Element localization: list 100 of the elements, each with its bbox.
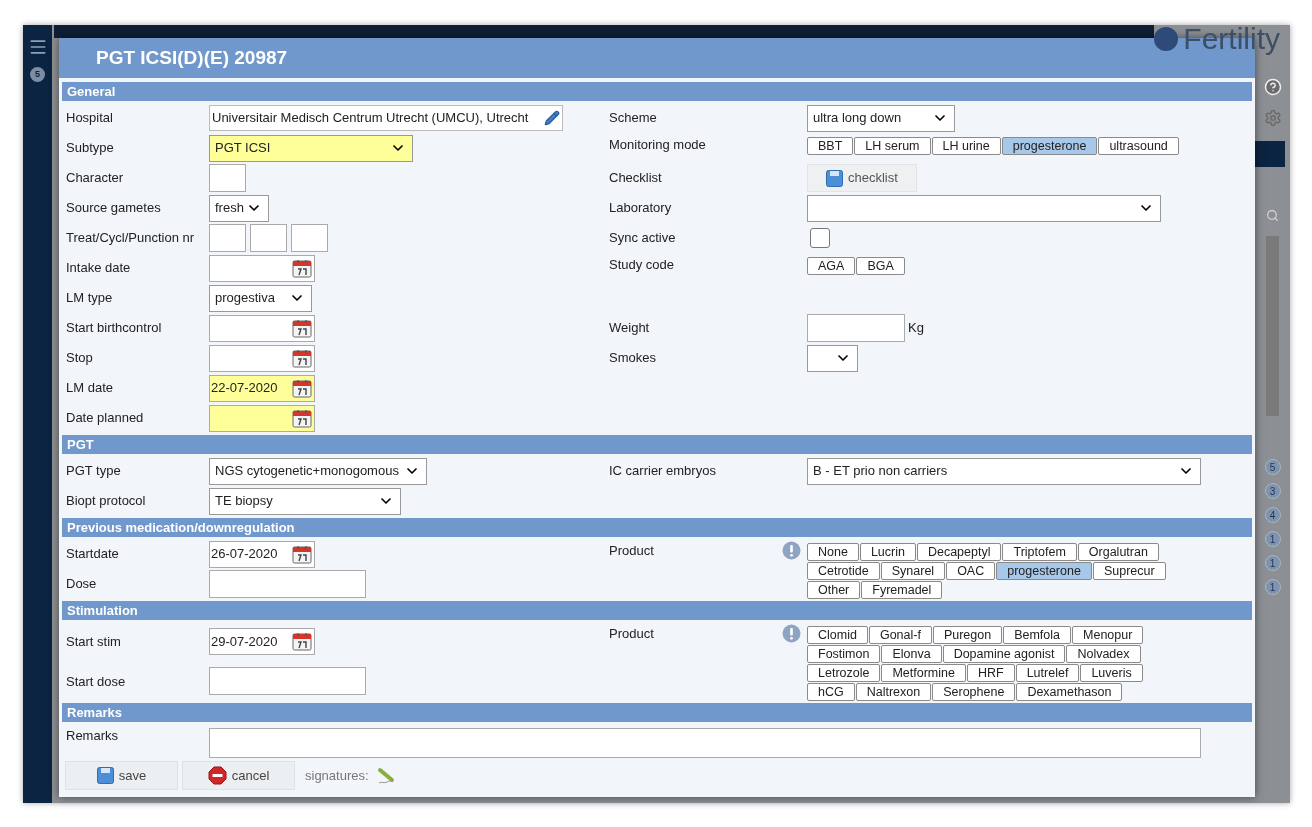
option-toggle[interactable]: progesterone: [1001, 137, 1098, 155]
section-header: Stimulation: [62, 601, 1252, 620]
text-field[interactable]: [209, 164, 246, 192]
calendar-icon[interactable]: [292, 408, 312, 428]
option-toggle[interactable]: OAC: [946, 562, 996, 580]
option-toggle[interactable]: Bemfola: [1003, 626, 1072, 644]
search-icon[interactable]: [1266, 209, 1279, 222]
option-toggle[interactable]: Elonva: [881, 645, 942, 663]
option-toggle[interactable]: Serophene: [932, 683, 1016, 701]
date-field[interactable]: [209, 254, 315, 282]
option-toggle[interactable]: None: [807, 543, 859, 561]
option-toggle[interactable]: ultrasound: [1098, 137, 1179, 155]
option-toggle[interactable]: progesterone: [996, 562, 1092, 580]
pen-icon[interactable]: [376, 766, 397, 785]
text-field[interactable]: [209, 667, 366, 696]
count-badge: 1: [1264, 579, 1281, 595]
select-field[interactable]: progestiva: [209, 284, 312, 312]
field-label: Scheme: [609, 109, 657, 128]
option-toggle[interactable]: HRF: [966, 664, 1015, 682]
save-button[interactable]: save: [65, 761, 178, 790]
option-toggle[interactable]: BBT: [807, 137, 854, 155]
field-label: Biopt protocol: [66, 492, 146, 511]
help-icon[interactable]: [1263, 78, 1282, 96]
select-value: B - ET prio non carriers: [813, 462, 948, 481]
calendar-icon[interactable]: [292, 348, 312, 368]
option-toggle[interactable]: Lutrelef: [1015, 664, 1080, 682]
text-field[interactable]: [807, 314, 905, 342]
calendar-icon[interactable]: [292, 318, 312, 338]
select-field[interactable]: TE biopsy: [209, 487, 401, 515]
option-toggle[interactable]: Metformine: [881, 664, 966, 682]
date-field[interactable]: [209, 314, 315, 342]
checklist-button[interactable]: checklist: [807, 164, 917, 192]
number-field[interactable]: [209, 224, 246, 252]
option-toggle[interactable]: Lucrin: [859, 543, 916, 561]
checkbox[interactable]: [810, 228, 830, 248]
select-field[interactable]: [807, 194, 1161, 222]
cancel-button[interactable]: cancel: [182, 761, 295, 790]
option-toggle[interactable]: Cetrotide: [807, 562, 880, 580]
option-toggle[interactable]: Decapeptyl: [916, 543, 1002, 561]
field-label: Study code: [609, 256, 675, 274]
select-field[interactable]: ultra long down: [807, 104, 955, 132]
number-field[interactable]: [250, 224, 287, 252]
field-label: LM date: [66, 379, 113, 398]
option-toggle[interactable]: Fyremadel: [861, 581, 943, 599]
option-toggle[interactable]: Nolvadex: [1066, 645, 1141, 663]
option-toggle[interactable]: LH urine: [931, 137, 1001, 155]
option-toggle[interactable]: Synarel: [880, 562, 946, 580]
calendar-icon[interactable]: [292, 544, 312, 564]
select-value: NGS cytogenetic+monogomous: [215, 462, 399, 481]
option-toggle[interactable]: LH serum: [854, 137, 931, 155]
field-label: Remarks: [66, 727, 118, 745]
date-field[interactable]: 22-07-2020: [209, 374, 315, 402]
select-field[interactable]: PGT ICSI: [209, 134, 413, 162]
select-field[interactable]: B - ET prio non carriers: [807, 457, 1201, 485]
logo-icon: [1153, 26, 1180, 52]
option-toggle[interactable]: BGA: [856, 257, 905, 275]
field-label: Weight: [609, 319, 650, 338]
option-toggle[interactable]: Orgalutran: [1077, 543, 1159, 561]
option-toggle[interactable]: Dopamine agonist: [942, 645, 1066, 663]
option-toggle[interactable]: Clomid: [807, 626, 868, 644]
option-toggle[interactable]: AGA: [807, 257, 856, 275]
calendar-icon[interactable]: [292, 632, 312, 652]
option-toggle[interactable]: Dexamethason: [1016, 683, 1123, 701]
option-toggle[interactable]: Naltrexon: [855, 683, 932, 701]
field-label: Startdate: [66, 545, 119, 564]
select-field[interactable]: NGS cytogenetic+monogomous: [209, 457, 427, 485]
option-toggle[interactable]: Puregon: [932, 626, 1003, 644]
date-field[interactable]: [209, 404, 315, 432]
number-field[interactable]: [291, 224, 328, 252]
option-toggle[interactable]: hCG: [807, 683, 855, 701]
select-value: TE biopsy: [215, 492, 273, 511]
pencil-icon[interactable]: [544, 110, 560, 126]
section-header: General: [62, 82, 1252, 101]
option-toggle[interactable]: Gonal-f: [868, 626, 932, 644]
count-badge: 5: [1264, 459, 1281, 475]
field-label: Date planned: [66, 409, 144, 428]
option-toggle[interactable]: Triptofem: [1002, 543, 1077, 561]
field-label: Hospital: [66, 109, 113, 128]
field-label: Sync active: [609, 229, 676, 248]
section-header: PGT: [62, 435, 1252, 454]
select-field[interactable]: fresh: [209, 194, 269, 222]
date-field[interactable]: 29-07-2020: [209, 628, 315, 656]
text-field[interactable]: [209, 570, 366, 598]
field-label: PGT type: [66, 462, 121, 481]
field-label: LM type: [66, 289, 113, 308]
option-toggle[interactable]: Suprecur: [1092, 562, 1166, 580]
alert-icon: [782, 624, 801, 643]
calendar-icon[interactable]: [292, 258, 312, 278]
calendar-icon[interactable]: [292, 378, 312, 398]
option-toggle[interactable]: Letrozole: [807, 664, 881, 682]
option-toggle[interactable]: Other: [807, 581, 861, 599]
option-toggle[interactable]: Menopur: [1072, 626, 1144, 644]
date-field[interactable]: [209, 344, 315, 372]
option-toggle[interactable]: Fostimon: [807, 645, 881, 663]
text-field[interactable]: Universitair Medisch Centrum Utrecht (UMCU), Utrecht: [209, 105, 563, 131]
select-field[interactable]: [807, 344, 858, 372]
option-toggle[interactable]: Luveris: [1080, 664, 1143, 682]
date-field[interactable]: 26-07-2020: [209, 540, 315, 568]
remarks-field[interactable]: [209, 728, 1201, 758]
count-badge: 1: [1264, 531, 1281, 547]
